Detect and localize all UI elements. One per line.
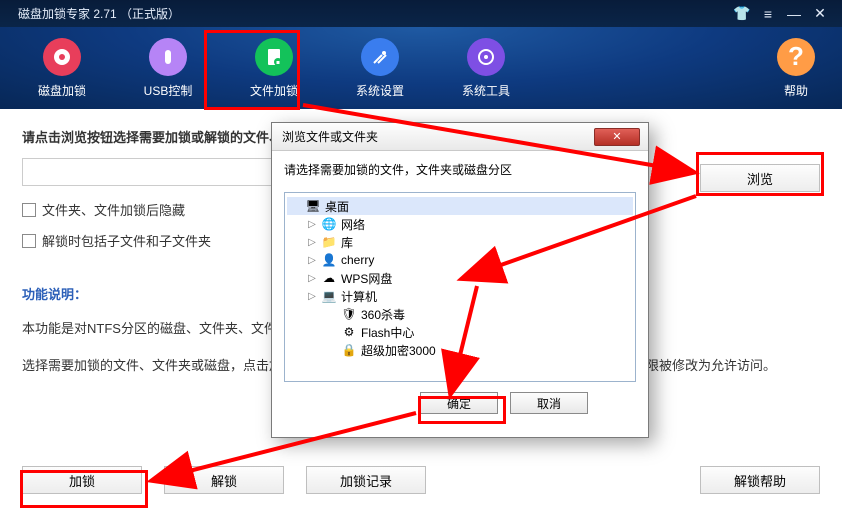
folder-icon: 🔒 bbox=[341, 342, 357, 358]
folder-icon: 👤 bbox=[321, 252, 337, 268]
nav-label: 系统设置 bbox=[356, 82, 404, 99]
button-label: 解锁 bbox=[211, 471, 237, 490]
unlock-button[interactable]: 解锁 bbox=[164, 466, 284, 494]
nav-label: USB控制 bbox=[144, 82, 193, 99]
disk-icon bbox=[43, 38, 81, 76]
nav-label: 帮助 bbox=[784, 82, 808, 99]
folder-icon: 📁 bbox=[321, 234, 337, 250]
navbar: 磁盘加锁 USB控制 文件加锁 系统设置 系统工具 ? 帮助 bbox=[0, 27, 842, 109]
checkbox-label: 解锁时包括子文件和子文件夹 bbox=[42, 231, 211, 250]
help-icon: ? bbox=[777, 38, 815, 76]
tree-label: 网络 bbox=[341, 216, 365, 233]
usb-icon bbox=[149, 38, 187, 76]
dialog-close-button[interactable]: ✕ bbox=[594, 128, 640, 146]
dialog-prompt: 请选择需要加锁的文件，文件夹或磁盘分区 bbox=[284, 161, 636, 178]
nav-label: 文件加锁 bbox=[250, 82, 298, 99]
folder-icon: 💻 bbox=[321, 288, 337, 304]
tree-node[interactable]: 🖥桌面 bbox=[287, 197, 633, 215]
tree-node[interactable]: 🔒超级加密3000 bbox=[287, 341, 633, 359]
checkbox-icon bbox=[22, 234, 36, 248]
tree-label: 360杀毒 bbox=[361, 306, 405, 323]
folder-icon: ☁ bbox=[321, 270, 337, 286]
unlock-help-button[interactable]: 解锁帮助 bbox=[700, 466, 820, 494]
nav-disk-lock[interactable]: 磁盘加锁 bbox=[18, 32, 106, 104]
dialog-ok-button[interactable]: 确定 bbox=[420, 392, 498, 414]
button-label: 取消 bbox=[537, 395, 561, 412]
folder-icon: 🛡 bbox=[341, 306, 357, 322]
tree-label: Flash中心 bbox=[361, 324, 414, 341]
browse-button[interactable]: 浏览 bbox=[700, 164, 820, 192]
nav-label: 磁盘加锁 bbox=[38, 82, 86, 99]
lock-button[interactable]: 加锁 bbox=[22, 466, 142, 494]
tree-node[interactable]: ⚙Flash中心 bbox=[287, 323, 633, 341]
button-label: 加锁记录 bbox=[340, 471, 392, 490]
dialog-titlebar: 浏览文件或文件夹 ✕ bbox=[272, 123, 648, 151]
menu-icon[interactable]: ≡ bbox=[758, 4, 778, 24]
nav-settings[interactable]: 系统设置 bbox=[336, 32, 424, 104]
button-label: 加锁 bbox=[69, 471, 95, 490]
tools-icon bbox=[467, 38, 505, 76]
minimize-icon[interactable]: — bbox=[784, 4, 804, 24]
nav-label: 系统工具 bbox=[462, 82, 510, 99]
browse-dialog: 浏览文件或文件夹 ✕ 请选择需要加锁的文件，文件夹或磁盘分区 🖥桌面▷🌐网络▷📁… bbox=[271, 122, 649, 438]
tree-label: 超级加密3000 bbox=[361, 342, 436, 359]
dialog-title: 浏览文件或文件夹 bbox=[282, 128, 378, 145]
checkbox-icon bbox=[22, 203, 36, 217]
button-label: 解锁帮助 bbox=[734, 471, 786, 490]
tree-node[interactable]: ▷☁WPS网盘 bbox=[287, 269, 633, 287]
dialog-cancel-button[interactable]: 取消 bbox=[510, 392, 588, 414]
tree-label: WPS网盘 bbox=[341, 270, 392, 287]
file-lock-icon bbox=[255, 38, 293, 76]
tree-label: 计算机 bbox=[341, 288, 377, 305]
nav-usb[interactable]: USB控制 bbox=[124, 32, 212, 104]
lock-log-button[interactable]: 加锁记录 bbox=[306, 466, 426, 494]
titlebar: 磁盘加锁专家 2.71 （正式版） 👕 ≡ — ✕ bbox=[0, 0, 842, 27]
tree-node[interactable]: ▷📁库 bbox=[287, 233, 633, 251]
close-icon[interactable]: ✕ bbox=[810, 4, 830, 24]
tree-label: cherry bbox=[341, 253, 374, 267]
button-label: 确定 bbox=[447, 395, 471, 412]
app-title: 磁盘加锁专家 2.71 （正式版） bbox=[18, 5, 180, 22]
folder-tree[interactable]: 🖥桌面▷🌐网络▷📁库▷👤cherry▷☁WPS网盘▷💻计算机🛡360杀毒⚙Fla… bbox=[284, 192, 636, 382]
folder-icon: 🌐 bbox=[321, 216, 337, 232]
checkbox-hide-after-lock[interactable]: 文件夹、文件加锁后隐藏 bbox=[22, 200, 185, 219]
tree-node[interactable]: 🛡360杀毒 bbox=[287, 305, 633, 323]
theme-icon[interactable]: 👕 bbox=[732, 4, 752, 24]
folder-icon: 🖥 bbox=[305, 198, 321, 214]
tree-node[interactable]: ▷💻计算机 bbox=[287, 287, 633, 305]
tree-label: 库 bbox=[341, 234, 353, 251]
nav-help[interactable]: ? 帮助 bbox=[768, 38, 824, 99]
button-label: 浏览 bbox=[747, 169, 773, 188]
tree-label: 桌面 bbox=[325, 198, 349, 215]
tree-node[interactable]: ▷🌐网络 bbox=[287, 215, 633, 233]
nav-tools[interactable]: 系统工具 bbox=[442, 32, 530, 104]
tree-node[interactable]: ▷👤cherry bbox=[287, 251, 633, 269]
nav-file-lock[interactable]: 文件加锁 bbox=[230, 32, 318, 104]
bottom-bar: 加锁 解锁 加锁记录 解锁帮助 bbox=[22, 466, 820, 494]
settings-icon bbox=[361, 38, 399, 76]
checkbox-label: 文件夹、文件加锁后隐藏 bbox=[42, 200, 185, 219]
folder-icon: ⚙ bbox=[341, 324, 357, 340]
checkbox-include-children[interactable]: 解锁时包括子文件和子文件夹 bbox=[22, 231, 211, 250]
